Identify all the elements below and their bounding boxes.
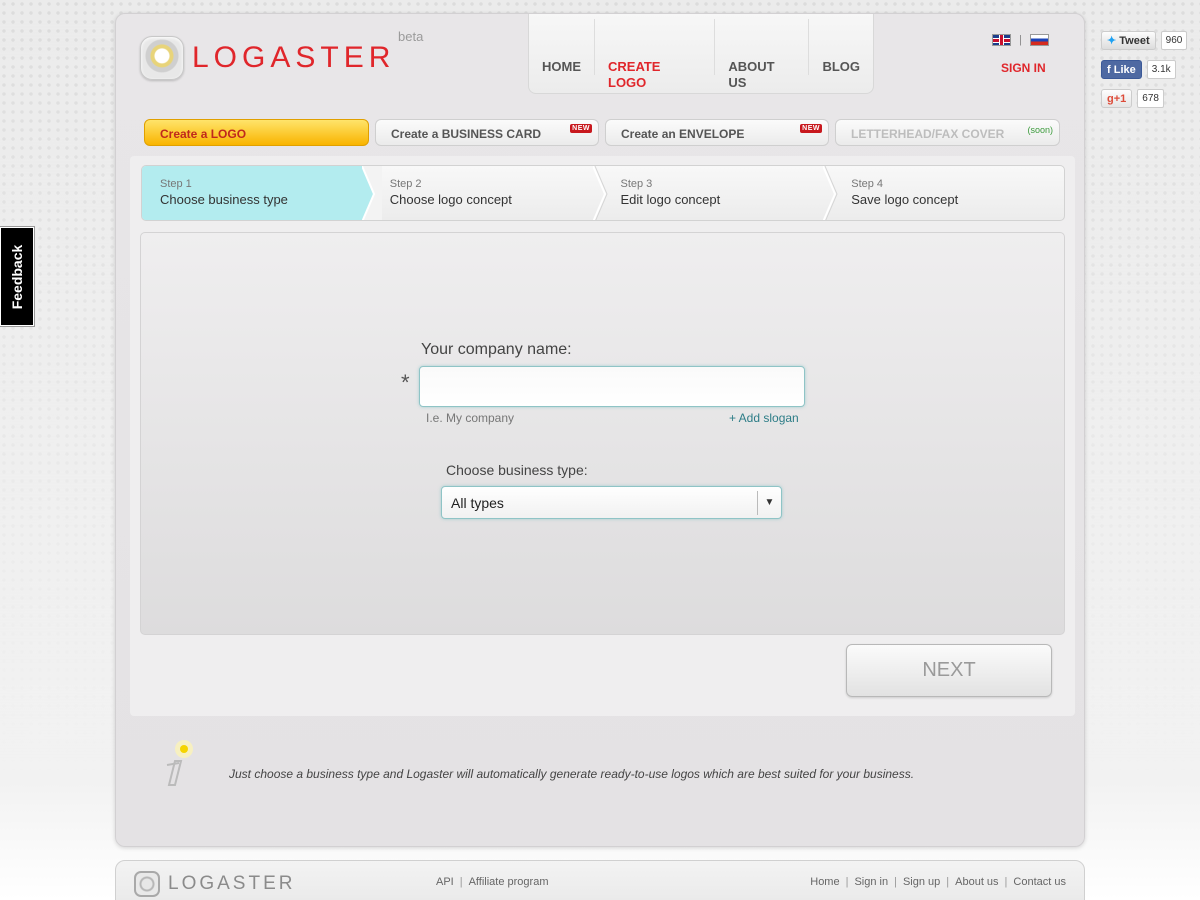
new-badge: NEW (800, 124, 822, 133)
tab-create-envelope[interactable]: Create an ENVELOPE NEW (605, 119, 829, 146)
footer-wordmark: LOGASTER (168, 873, 296, 894)
twitter-bird-icon: ✦ (1107, 35, 1117, 47)
logo-mark-icon (140, 36, 184, 80)
language-switcher: | (992, 34, 1049, 46)
tweet-label: Tweet (1119, 35, 1150, 47)
logaster-logo[interactable]: LOGASTER beta (140, 29, 423, 80)
tab-create-business-card[interactable]: Create a BUSINESS CARD NEW (375, 119, 599, 146)
required-mark: * (401, 370, 410, 395)
step-number: Step 3 (620, 178, 653, 190)
footer-links-center: API | Affiliate program (436, 876, 549, 888)
step-chevron-icon (823, 166, 843, 220)
tab-letterhead-fax: LETTERHEAD/FAX COVER (soon) (835, 119, 1060, 146)
nav-create-logo[interactable]: CREATE LOGO (595, 19, 716, 90)
business-type-value: All types (451, 495, 504, 511)
footer-link-home[interactable]: Home (810, 876, 839, 888)
wizard-steps: Step 1 Choose business type Step 2 Choos… (141, 165, 1065, 221)
main-panel: LOGASTER beta HOME CREATE LOGO ABOUT US … (115, 13, 1085, 847)
tab-label: Create an ENVELOPE (621, 127, 745, 141)
product-tabs: Create a LOGO Create a BUSINESS CARD NEW… (144, 119, 1060, 146)
info-text: Just choose a business type and Logaster… (229, 767, 915, 781)
facebook-icon: f (1107, 64, 1111, 76)
dropdown-arrow-icon[interactable]: ▼ (757, 491, 781, 515)
new-badge: NEW (570, 124, 592, 133)
google-plus-icon: g (1107, 93, 1114, 105)
main-nav: HOME CREATE LOGO ABOUT US BLOG (528, 14, 874, 94)
nav-blog[interactable]: BLOG (809, 19, 873, 75)
company-name-input[interactable] (419, 366, 805, 407)
tab-create-logo[interactable]: Create a LOGO (144, 119, 369, 146)
step-number: Step 1 (160, 178, 192, 190)
tab-label: LETTERHEAD/FAX COVER (851, 127, 1005, 141)
sign-in-link[interactable]: SIGN IN (1001, 61, 1046, 75)
feedback-label: Feedback (9, 244, 25, 309)
business-type-form: Your company name: * I.e. My company + A… (140, 232, 1065, 635)
step-4: Step 4 Save logo concept (833, 166, 1064, 220)
footer-link-about-us[interactable]: About us (955, 876, 998, 888)
beta-label: beta (398, 29, 424, 44)
company-name-hint: I.e. My company (426, 411, 515, 425)
nav-home[interactable]: HOME (529, 19, 595, 75)
tweet-count: 960 (1160, 31, 1188, 50)
step-title: Choose logo concept (389, 192, 512, 207)
company-name-label: Your company name: (421, 341, 572, 358)
footer-logo-mark-icon (134, 871, 160, 897)
step-number: Step 2 (389, 178, 422, 190)
step-2: Step 2 Choose logo concept (372, 166, 608, 220)
step-3: Step 3 Edit logo concept (603, 166, 838, 220)
add-slogan-link[interactable]: + Add slogan (729, 411, 799, 425)
footer-link-sign-in[interactable]: Sign in (854, 876, 888, 888)
step-chevron-icon (592, 166, 613, 220)
wizard-container: Step 1 Choose business type Step 2 Choos… (130, 156, 1075, 716)
like-label: Like (1113, 64, 1136, 76)
footer-link-contact-us[interactable]: Contact us (1013, 876, 1066, 888)
ru-flag-icon[interactable] (1029, 34, 1049, 46)
business-type-label: Choose business type: (446, 462, 588, 478)
footer-links-right: Home | Sign in | Sign up | About us | Contact us (810, 876, 1066, 888)
social-buttons: ✦ Tweet 960 f Like 3.1k g+1 678 (1101, 31, 1188, 118)
step-title: Save logo concept (851, 192, 959, 207)
step-number: Step 4 (851, 178, 884, 190)
footer-link-api[interactable]: API (436, 876, 454, 888)
footer-logo[interactable]: LOGASTER (134, 871, 295, 897)
like-count: 3.1k (1146, 60, 1176, 79)
step-1: Step 1 Choose business type (142, 166, 382, 220)
tab-label: Create a LOGO (160, 127, 247, 141)
gplus-label: +1 (1113, 93, 1127, 105)
step-title: Choose business type (160, 192, 288, 207)
footer-link-sign-up[interactable]: Sign up (903, 876, 940, 888)
info-icon (157, 737, 197, 787)
google-plus-button[interactable]: g+1 (1101, 89, 1133, 108)
lang-separator: | (1019, 34, 1022, 46)
soon-badge: (soon) (1027, 125, 1053, 135)
nav-about-us[interactable]: ABOUT US (715, 19, 810, 90)
uk-flag-icon[interactable] (992, 34, 1011, 46)
next-button[interactable]: NEXT (846, 644, 1052, 697)
step-title: Edit logo concept (620, 192, 721, 207)
footer: LOGASTER API | Affiliate program Home | Sign… (115, 860, 1085, 900)
step-chevron-icon (361, 166, 382, 220)
feedback-tab[interactable]: Feedback (0, 227, 34, 326)
footer-link-affiliate[interactable]: Affiliate program (469, 876, 549, 888)
business-type-select[interactable]: All types ▼ (441, 486, 782, 519)
tab-label: Create a BUSINESS CARD (391, 127, 542, 141)
logo-wordmark: LOGASTER (192, 41, 396, 74)
facebook-like-button[interactable]: f Like (1101, 60, 1142, 79)
gplus-count: 678 (1137, 89, 1164, 108)
tweet-button[interactable]: ✦ Tweet (1101, 31, 1156, 50)
